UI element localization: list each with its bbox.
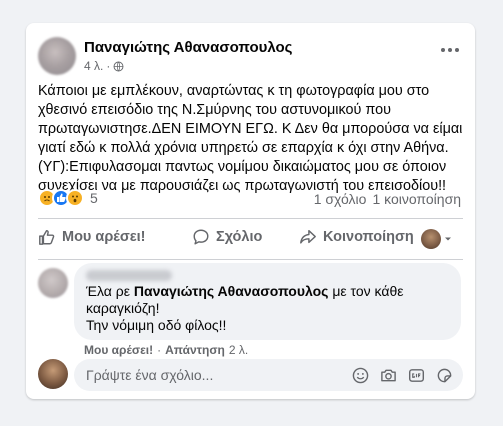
comment-input[interactable] <box>74 367 334 383</box>
divider <box>38 259 463 260</box>
like-button[interactable]: Μου αρέσει! <box>38 228 146 246</box>
comment-button-label: Σχόλιο <box>216 229 263 245</box>
commenter-name-blurred[interactable] <box>86 270 172 281</box>
my-avatar <box>38 359 68 389</box>
comment-button[interactable]: Σχόλιο <box>192 228 262 246</box>
post-time[interactable]: 4 λ. <box>84 59 103 73</box>
wow-reaction-icon <box>66 189 84 207</box>
comments-count[interactable]: 1 σχόλιο <box>314 191 367 207</box>
author-name[interactable]: Παναγιώτης Αθανασοπουλος <box>84 39 292 56</box>
sticker-icon[interactable] <box>435 366 453 384</box>
post-meta: 4 λ. · <box>84 59 124 73</box>
comment-reply-link[interactable]: Απάντηση <box>165 343 225 357</box>
share-button-label: Κοινοποίηση <box>323 229 414 245</box>
commenter-avatar[interactable] <box>38 268 68 298</box>
camera-icon[interactable] <box>379 366 397 384</box>
comment-text: Έλα ρε Παναγιώτης Αθανασοπουλος με τον κ… <box>86 283 404 333</box>
divider <box>38 218 463 219</box>
comment-composer[interactable] <box>74 359 463 391</box>
globe-icon <box>113 61 124 71</box>
like-button-label: Μου αρέσει! <box>62 229 146 245</box>
profile-avatar <box>421 229 441 249</box>
more-options-icon[interactable] <box>439 45 461 55</box>
post-card: Παναγιώτης Αθανασοπουλος 4 λ. · Κάποιοι … <box>26 23 475 399</box>
emoji-icon[interactable] <box>351 366 369 384</box>
comment-bubble: Έλα ρε Παναγιώτης Αθανασοπουλος με τον κ… <box>74 263 461 340</box>
share-icon <box>300 229 316 244</box>
reaction-profile-selector[interactable] <box>421 229 453 249</box>
thumbs-up-icon <box>39 229 55 245</box>
reaction-count: 5 <box>90 190 98 206</box>
comment-icon <box>193 229 209 245</box>
share-button[interactable]: Κοινοποίηση <box>299 228 414 246</box>
comment-like-link[interactable]: Μου αρέσει! <box>84 343 153 357</box>
comment-mention[interactable]: Παναγιώτης Αθανασοπουλος <box>134 283 329 299</box>
shares-count[interactable]: 1 κοινοποίηση <box>372 191 461 207</box>
comment-actions: Μου αρέσει! · Απάντηση 2 λ. <box>84 343 249 357</box>
caret-down-icon <box>445 237 451 241</box>
author-avatar[interactable] <box>38 37 76 75</box>
post-stats: 1 σχόλιο 1 κοινοποίηση <box>314 191 461 207</box>
reactions-summary[interactable]: 5 <box>38 189 98 207</box>
post-text: Κάποιοι με εμπλέκουν, αναρτώντας κ τη φω… <box>38 83 463 194</box>
composer-icons <box>351 366 453 384</box>
gif-icon[interactable] <box>407 366 425 384</box>
comment-time[interactable]: 2 λ. <box>229 343 248 357</box>
